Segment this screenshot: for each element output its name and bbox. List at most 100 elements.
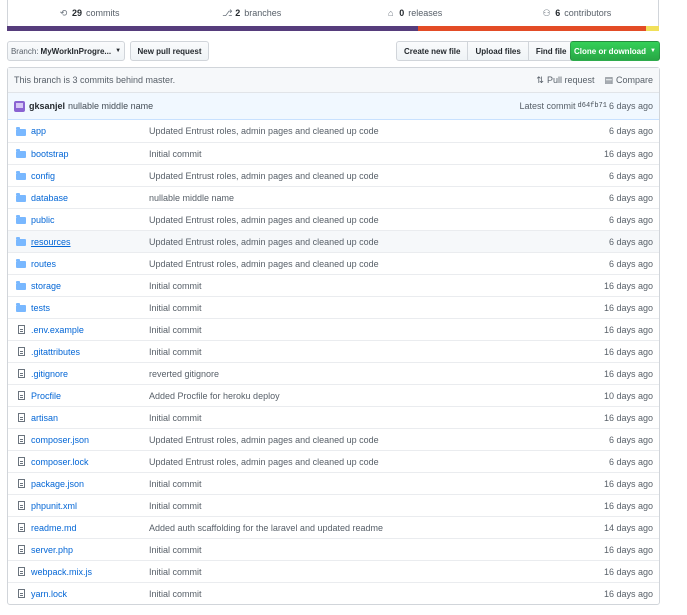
file-name-link[interactable]: storage — [31, 281, 149, 291]
file-name-link[interactable]: webpack.mix.js — [31, 567, 149, 577]
file-name-link[interactable]: Procfile — [31, 391, 149, 401]
branches-stat[interactable]: ⎇ 2 branches — [171, 8, 334, 18]
file-name-link[interactable]: resources — [31, 237, 149, 247]
file-commit-message[interactable]: Updated Entrust roles, admin pages and c… — [149, 126, 573, 136]
file-commit-message[interactable]: Initial commit — [149, 567, 573, 577]
file-age: 16 days ago — [603, 412, 653, 423]
file-age: 16 days ago — [603, 280, 653, 291]
file-name-link[interactable]: routes — [31, 259, 149, 269]
releases-label: releases — [408, 8, 443, 18]
folder-icon — [16, 237, 26, 246]
file-icon — [17, 347, 25, 356]
table-row: tests Initial commit 16 days ago — [8, 296, 659, 318]
folder-icon — [16, 303, 26, 312]
file-type-cell — [8, 325, 31, 334]
file-commit-message[interactable]: Initial commit — [149, 545, 573, 555]
file-icon — [17, 479, 25, 488]
file-name-link[interactable]: database — [31, 193, 149, 203]
tag-icon: ⌂ — [388, 7, 394, 18]
commit-sha[interactable]: d64fb71 — [578, 102, 607, 110]
folder-icon — [16, 215, 26, 224]
folder-icon — [16, 149, 26, 158]
file-name-link[interactable]: bootstrap — [31, 149, 149, 159]
file-commit-message[interactable]: Initial commit — [149, 413, 573, 423]
file-name-link[interactable]: phpunit.xml — [31, 501, 149, 511]
file-name-link[interactable]: app — [31, 126, 149, 136]
file-commit-message[interactable]: Updated Entrust roles, admin pages and c… — [149, 457, 573, 467]
table-row: routes Updated Entrust roles, admin pages… — [8, 252, 659, 274]
branch-status-text: This branch is 3 commits behind master. — [14, 75, 176, 85]
file-type-cell — [8, 501, 31, 510]
new-pull-request-button[interactable]: New pull request — [130, 41, 209, 61]
file-type-cell — [8, 303, 31, 312]
file-name-link[interactable]: .env.example — [31, 325, 149, 335]
file-commit-message[interactable]: Updated Entrust roles, admin pages and c… — [149, 435, 573, 445]
file-age: 16 days ago — [603, 302, 653, 313]
file-commit-message[interactable]: Initial commit — [149, 325, 573, 335]
file-commit-message[interactable]: Initial commit — [149, 589, 573, 599]
file-commit-message[interactable]: Updated Entrust roles, admin pages and c… — [149, 215, 573, 225]
file-name-link[interactable]: .gitattributes — [31, 347, 149, 357]
file-name-link[interactable]: config — [31, 171, 149, 181]
file-commit-message[interactable]: Initial commit — [149, 303, 573, 313]
table-row: readme.md Added auth scaffolding for the … — [8, 516, 659, 538]
file-age: 6 days ago — [608, 192, 653, 203]
compare-link-label: Compare — [615, 75, 653, 85]
contributors-stat[interactable]: ⚇ 6 contributors — [496, 8, 659, 18]
file-commit-message[interactable]: Updated Entrust roles, admin pages and c… — [149, 259, 573, 269]
avatar[interactable] — [14, 100, 25, 112]
file-age: 6 days ago — [608, 236, 653, 247]
people-icon: ⚇ — [542, 7, 551, 18]
file-commit-message[interactable]: Initial commit — [149, 347, 573, 357]
language-bar[interactable] — [7, 26, 659, 31]
language-segment[interactable] — [7, 26, 418, 31]
file-name-link[interactable]: readme.md — [31, 523, 149, 533]
file-name-link[interactable]: artisan — [31, 413, 149, 423]
file-name-link[interactable]: tests — [31, 303, 149, 313]
file-commit-message[interactable]: Added Procfile for heroku deploy — [149, 391, 573, 401]
branch-select-button[interactable]: Branch: MyWorkInProgre... ▼ — [7, 41, 125, 61]
language-segment[interactable] — [417, 26, 646, 31]
file-icon — [17, 589, 25, 598]
releases-stat[interactable]: ⌂ 0 releases — [333, 8, 496, 18]
upload-files-button[interactable]: Upload files — [468, 42, 529, 60]
commit-message[interactable]: nullable middle name — [68, 101, 153, 111]
file-commit-message[interactable]: Added auth scaffolding for the laravel a… — [149, 523, 573, 533]
pull-request-link[interactable]: ⇅ Pull request — [536, 75, 594, 86]
clone-download-label: Clone or download — [574, 46, 647, 56]
table-row: .gitattributes Initial commit 16 days ago — [8, 340, 659, 362]
clone-download-button[interactable]: Clone or download ▼ — [570, 41, 660, 61]
file-icon — [17, 567, 25, 576]
compare-link[interactable]: ▤ Compare — [604, 75, 653, 86]
file-name-link[interactable]: package.json — [31, 479, 149, 489]
file-commit-message[interactable]: Initial commit — [149, 479, 573, 489]
file-name-link[interactable]: public — [31, 215, 149, 225]
find-file-button[interactable]: Find file — [529, 42, 574, 60]
commits-label: commits — [86, 8, 120, 18]
commits-stat[interactable]: ⟲ 29 commits — [8, 8, 171, 18]
file-name-link[interactable]: yarn.lock — [31, 589, 149, 599]
file-commit-message[interactable]: Initial commit — [149, 281, 573, 291]
create-new-file-button[interactable]: Create new file — [397, 42, 469, 60]
file-name-link[interactable]: composer.lock — [31, 457, 149, 467]
table-row: package.json Initial commit 16 days ago — [8, 472, 659, 494]
file-commit-message[interactable]: nullable middle name — [149, 193, 573, 203]
table-row: yarn.lock Initial commit 16 days ago — [8, 582, 659, 604]
language-segment[interactable] — [645, 26, 659, 31]
file-commit-message[interactable]: Initial commit — [149, 149, 573, 159]
file-type-cell — [8, 281, 31, 290]
file-commit-message[interactable]: Updated Entrust roles, admin pages and c… — [149, 171, 573, 181]
file-name-link[interactable]: composer.json — [31, 435, 149, 445]
pull-request-icon: ⇅ — [536, 74, 544, 85]
file-commit-message[interactable]: Updated Entrust roles, admin pages and c… — [149, 237, 573, 247]
file-type-cell — [8, 589, 31, 598]
table-row: bootstrap Initial commit 16 days ago — [8, 142, 659, 164]
table-row: webpack.mix.js Initial commit 16 days ago — [8, 560, 659, 582]
table-row: public Updated Entrust roles, admin pages… — [8, 208, 659, 230]
file-name-link[interactable]: server.php — [31, 545, 149, 555]
commit-author[interactable]: gksanjel — [29, 101, 65, 111]
file-commit-message[interactable]: Initial commit — [149, 501, 573, 511]
file-commit-message[interactable]: reverted gitignore — [149, 369, 573, 379]
file-name-link[interactable]: .gitignore — [31, 369, 149, 379]
file-type-cell — [8, 215, 31, 224]
